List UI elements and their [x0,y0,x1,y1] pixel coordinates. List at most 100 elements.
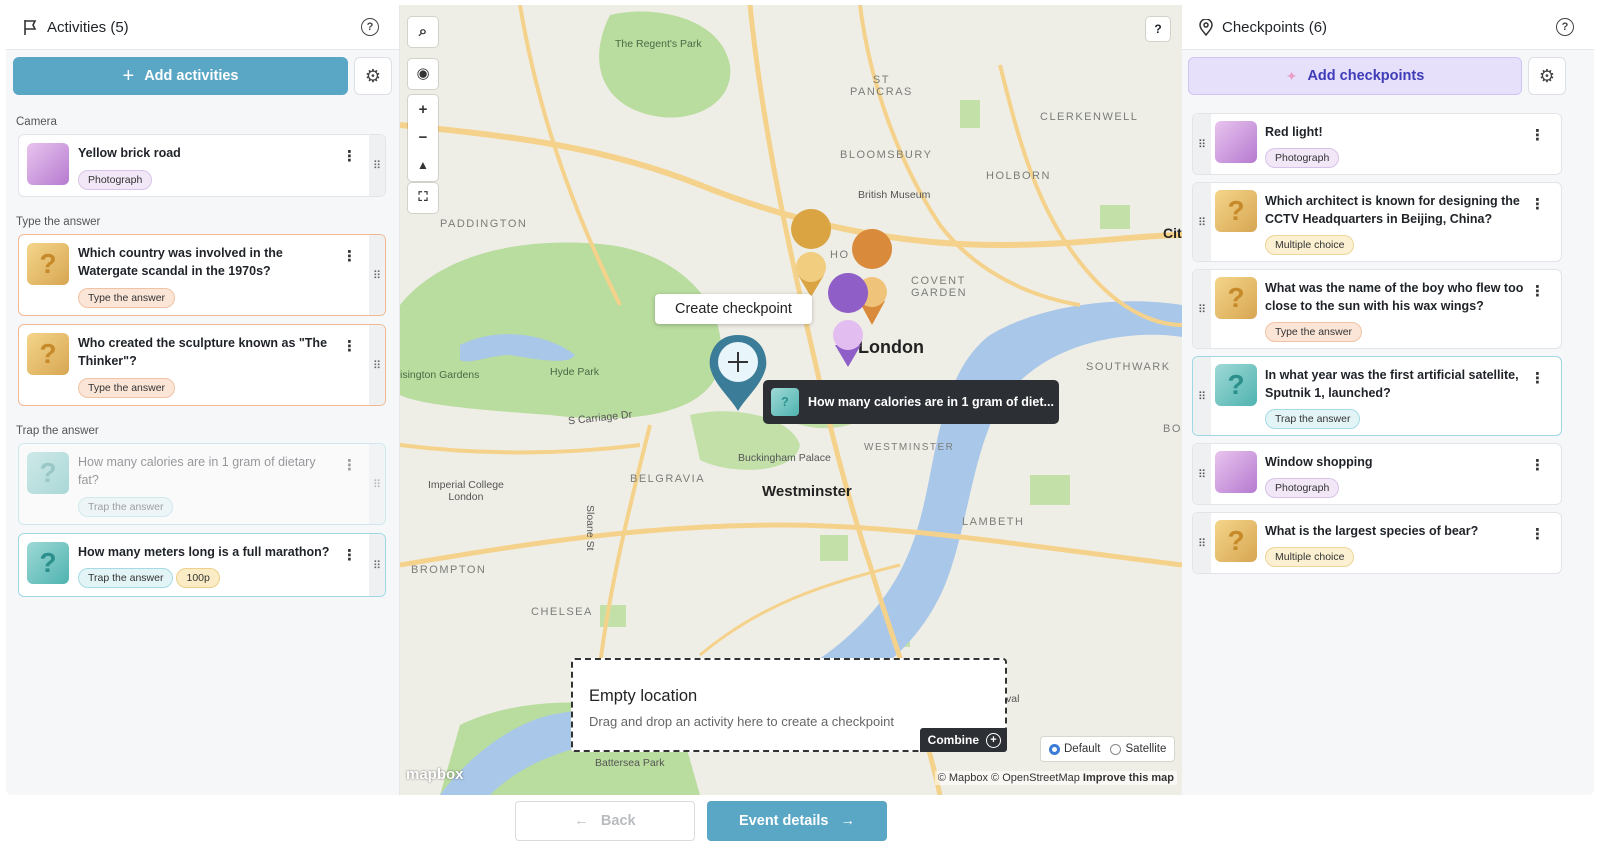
attribution-text[interactable]: © Mapbox © OpenStreetMap [938,772,1080,784]
help-icon[interactable]: ? [1556,18,1574,36]
checkpoint-pin[interactable] [828,273,869,367]
checkpoint-card[interactable]: ⠿ Window shopping Photograph ⋮ [1192,443,1562,505]
activity-type-badge: Photograph [78,170,153,190]
combine-button[interactable]: Combine + [919,728,1007,752]
add-activities-label: Add activities [144,68,239,84]
checkpoint-pin[interactable] [791,209,832,297]
activity-title: How many meters long is a full marathon? [78,545,330,559]
style-satellite-label: Satellite [1125,743,1167,755]
checkpoint-card[interactable]: ⠿ ? What is the largest species of bear?… [1192,512,1562,574]
photograph-thumbnail [27,143,69,185]
more-options-icon[interactable]: ⋮ [1530,369,1545,387]
more-options-icon[interactable]: ⋮ [342,546,357,564]
checkpoint-title: Window shopping [1265,455,1373,469]
section-label-camera: Camera [16,116,57,128]
checkpoints-panel: Checkpoints (6) ? ✦ Add checkpoints ⚙ ⠿ … [1182,5,1594,795]
drag-handle-icon[interactable]: ⠿ [369,444,385,524]
drag-handle-icon[interactable]: ⠿ [1193,270,1211,348]
question-thumbnail: ? [1215,190,1257,232]
more-options-icon[interactable]: ⋮ [342,337,357,355]
add-checkpoints-label: Add checkpoints [1307,68,1425,84]
activity-card[interactable]: Yellow brick road Photograph ⋮ ⠿ [18,134,386,197]
flag-icon [24,19,37,35]
map-canvas[interactable]: The Regent's Park ST PANCRAS CLERKENWELL… [400,5,1182,795]
more-options-icon[interactable]: ⋮ [342,147,357,165]
gear-icon: ⚙ [1538,65,1556,86]
combine-label: Combine [927,733,979,747]
plus-circle-icon: + [986,732,1001,748]
plus-icon: + [122,64,135,87]
activities-panel: Activities (5) ? + Add activities ⚙ Came… [6,5,400,795]
drag-handle-icon[interactable]: ⠿ [369,534,385,596]
more-options-icon[interactable]: ⋮ [1530,126,1545,144]
activity-type-badge: Trap the answer [78,568,174,588]
map-style-toggle: Default Satellite [1041,737,1175,761]
question-thumbnail: ? [1215,277,1257,319]
checkpoints-title: Checkpoints (6) [1222,18,1328,36]
checkpoint-title: What was the name of the boy who flew to… [1265,281,1524,313]
activity-card[interactable]: ? How many calories are in 1 gram of die… [18,443,386,525]
style-default-label: Default [1064,743,1101,755]
trap-thumbnail: ? [771,388,799,416]
activity-type-badge: Type the answer [78,378,176,398]
drag-handle-icon[interactable]: ⠿ [1193,357,1211,435]
checkpoint-type-badge: Photograph [1265,148,1340,168]
section-label-type: Type the answer [16,216,101,228]
checkpoint-title: What is the largest species of bear? [1265,524,1479,538]
activity-title: Yellow brick road [78,146,181,160]
drag-handle-icon[interactable]: ⠿ [369,325,385,405]
drag-handle-icon[interactable]: ⠿ [1193,513,1211,573]
checkpoint-card[interactable]: ⠿ ? What was the name of the boy who fle… [1192,269,1562,349]
checkpoint-card[interactable]: ⠿ Red light! Photograph ⋮ [1192,113,1562,175]
drag-handle-icon[interactable]: ⠿ [1193,444,1211,504]
empty-location-dropzone[interactable]: Empty location Drag and drop an activity… [571,658,1007,752]
activities-title: Activities (5) [47,18,129,36]
add-checkpoints-button[interactable]: ✦ Add checkpoints [1188,57,1522,95]
more-options-icon[interactable]: ⋮ [342,456,357,474]
add-activities-button[interactable]: + Add activities [13,57,348,95]
empty-location-subtitle: Drag and drop an activity here to create… [589,714,894,729]
activity-card[interactable]: ? How many meters long is a full maratho… [18,533,386,597]
hover-tooltip-text: How many calories are in 1 gram of diet.… [808,395,1054,409]
help-icon[interactable]: ? [361,18,379,36]
map-attribution: © Mapbox © OpenStreetMap Improve this ma… [934,771,1177,785]
hover-activity-tooltip: ? How many calories are in 1 gram of die… [763,380,1059,424]
drag-handle-icon[interactable]: ⠿ [1193,183,1211,261]
checkpoint-type-badge: Type the answer [1265,322,1363,342]
points-badge: 100p [176,568,220,588]
more-options-icon[interactable]: ⋮ [1530,456,1545,474]
drag-handle-icon[interactable]: ⠿ [1193,114,1211,174]
activities-header: Activities (5) ? [6,5,399,50]
more-options-icon[interactable]: ⋮ [1530,282,1545,300]
activity-card[interactable]: ? Who created the sculpture known as "Th… [18,324,386,406]
more-options-icon[interactable]: ⋮ [1530,525,1545,543]
question-thumbnail: ? [1215,520,1257,562]
question-thumbnail: ? [27,333,69,375]
drag-handle-icon[interactable]: ⠿ [369,235,385,315]
back-label: Back [600,813,636,829]
checkpoint-card[interactable]: ⠿ ? In what year was the first artificia… [1192,356,1562,436]
checkpoints-settings-button[interactable]: ⚙ [1528,57,1566,95]
back-button[interactable]: ← Back [515,801,695,841]
more-options-icon[interactable]: ⋮ [1530,195,1545,213]
checkpoint-card[interactable]: ⠿ ? Which architect is known for designi… [1192,182,1562,262]
activities-settings-button[interactable]: ⚙ [354,57,392,95]
radio-satellite[interactable] [1110,743,1122,755]
create-checkpoint-tooltip[interactable]: Create checkpoint [655,294,812,324]
improve-map-link[interactable]: Improve this map [1083,772,1174,784]
new-checkpoint-pin[interactable] [709,335,767,411]
activity-card[interactable]: ? Which country was involved in the Wate… [18,234,386,316]
drag-handle-icon[interactable]: ⠿ [369,135,385,196]
checkpoint-type-badge: Photograph [1265,478,1340,498]
mapbox-logo[interactable]: mapbox [406,766,464,783]
checkpoints-header: Checkpoints (6) ? [1182,5,1594,50]
checkpoint-title: Red light! [1265,125,1323,139]
activity-type-badge: Type the answer [78,288,176,308]
gear-icon: ⚙ [364,65,382,86]
more-options-icon[interactable]: ⋮ [342,247,357,265]
event-details-button[interactable]: Event details → [707,801,887,841]
event-details-label: Event details [739,813,829,829]
checkpoint-title: In what year was the first artificial sa… [1265,368,1519,400]
radio-default[interactable] [1049,743,1060,755]
arrow-right-icon: → [840,813,855,829]
